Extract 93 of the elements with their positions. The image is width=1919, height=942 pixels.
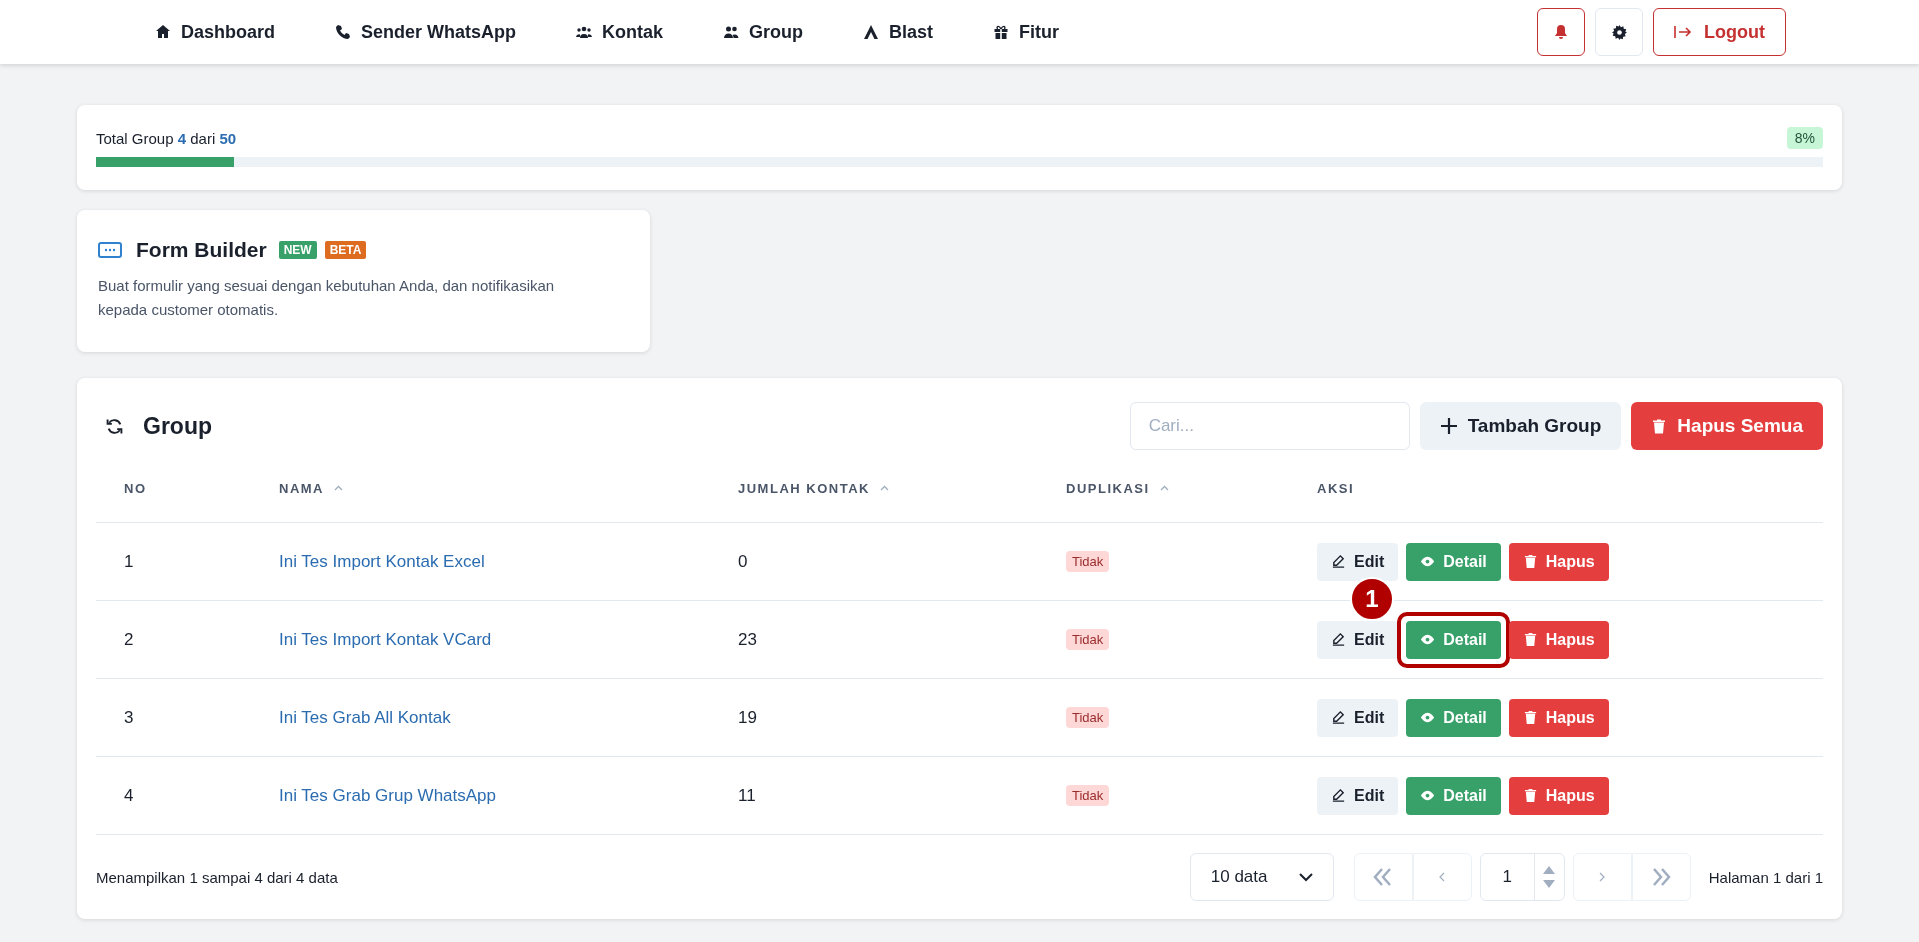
chevron-down-icon (1298, 872, 1313, 882)
percent-badge: 8% (1786, 127, 1823, 149)
column-header: AKSI (1317, 480, 1355, 496)
edit-icon (1331, 554, 1346, 569)
duplicate-tag: Tidak (1066, 551, 1110, 572)
column-header[interactable]: JUMLAH KONTAK (738, 480, 870, 496)
summary-text: Menampilkan 1 sampai 4 dari 4 data (96, 868, 339, 886)
group-name-link[interactable]: Ini Tes Grab Grup WhatsApp (279, 785, 738, 806)
logout-icon (1674, 25, 1692, 39)
edit-button[interactable]: Edit (1317, 542, 1399, 581)
add-group-button[interactable]: Tambah Group (1419, 402, 1622, 450)
edit-icon (1331, 710, 1346, 725)
spin-down-icon[interactable] (1543, 880, 1556, 888)
search-field[interactable]: Cari... (1129, 402, 1410, 450)
column-header: NO (124, 480, 147, 496)
edit-icon (1331, 632, 1346, 647)
nav-link[interactable]: Sender WhatsApp (335, 21, 517, 43)
edit-button[interactable]: Edit (1317, 698, 1399, 737)
row-number: 4 (124, 785, 135, 806)
edit-icon (1331, 788, 1346, 803)
first-page-button[interactable] (1353, 853, 1413, 901)
previous-page-button[interactable] (1412, 853, 1472, 901)
settings-button[interactable] (1595, 8, 1643, 56)
nav-link[interactable]: Dashboard (155, 21, 276, 43)
eye-icon (1420, 710, 1436, 725)
eye-icon (1420, 554, 1436, 569)
chevron-right-icon (1599, 872, 1606, 882)
promo-description: Buat formulir yang sesuai dengan kebutuhan Anda, dan notifikasikan kepada customer otomatis. (98, 276, 556, 320)
settings-icon (1611, 24, 1627, 40)
eye-icon (1420, 788, 1436, 803)
column-header[interactable]: NAMA (279, 480, 324, 496)
form-icon (98, 242, 122, 258)
label-badge: BETA (324, 241, 367, 259)
plus-icon (1439, 417, 1458, 435)
trash-icon (1522, 788, 1538, 803)
sort-icon[interactable] (1159, 485, 1169, 491)
row-number: 1 (124, 551, 135, 572)
section-title: Group (143, 412, 213, 440)
bell-icon (1554, 24, 1568, 40)
delete-button[interactable]: Hapus (1508, 542, 1609, 581)
nav-link[interactable]: Group (723, 21, 804, 43)
next-page-button[interactable] (1572, 853, 1632, 901)
delete-button[interactable]: Hapus (1508, 776, 1609, 815)
last-page-button[interactable] (1631, 853, 1691, 901)
triangle-icon (863, 24, 880, 40)
page-size-select[interactable]: 10 data (1189, 853, 1334, 901)
promo-title: Form Builder (136, 238, 267, 262)
promo-card[interactable]: Form Builder NEW BETA Buat formulir yang sesuai dengan kebutuhan Anda, dan notifikasikan kepada customer otomatis. (77, 210, 650, 352)
contact-count: 0 (738, 551, 749, 572)
label-badge: NEW (278, 241, 317, 259)
step-marker: 1 (1350, 576, 1394, 621)
trash-icon (1522, 710, 1538, 725)
group-name-link[interactable]: Ini Tes Grab All Kontak (279, 707, 738, 728)
double-chevron-right-icon (1651, 868, 1672, 886)
delete-button[interactable]: Hapus (1508, 698, 1609, 737)
edit-button[interactable]: Edit (1317, 776, 1399, 815)
sort-icon[interactable] (334, 485, 343, 491)
spin-up-icon[interactable] (1543, 866, 1556, 874)
row-number: 2 (124, 629, 135, 650)
notification-button[interactable] (1537, 8, 1585, 56)
group-name-link[interactable]: Ini Tes Import Kontak VCard (279, 629, 738, 650)
page-info: Halaman 1 dari 1 (1708, 868, 1823, 886)
chevron-left-icon (1439, 872, 1446, 882)
delete-button[interactable]: Hapus (1508, 620, 1609, 659)
trash-icon (1651, 417, 1668, 435)
nav-link[interactable]: Kontak (576, 21, 664, 43)
eye-icon (1420, 632, 1436, 647)
quota-text: Total Group 4 dari 50 (96, 129, 237, 147)
users-icon (576, 24, 593, 40)
edit-button[interactable]: Edit (1317, 620, 1399, 659)
refresh-icon[interactable] (106, 417, 123, 435)
logout-button[interactable]: Logout (1653, 8, 1786, 56)
duplicate-tag: Tidak (1066, 707, 1110, 728)
nav-link[interactable]: Fitur (993, 21, 1060, 43)
trash-icon (1522, 632, 1538, 647)
trash-icon (1522, 554, 1538, 569)
contact-count: 11 (738, 785, 757, 806)
group-name-link[interactable]: Ini Tes Import Kontak Excel (279, 551, 738, 572)
nav-link[interactable]: Blast (863, 21, 934, 43)
duplicate-tag: Tidak (1066, 785, 1110, 806)
contact-count: 23 (738, 629, 758, 650)
home-icon (155, 24, 171, 40)
sort-icon[interactable] (879, 485, 889, 491)
phone-icon (335, 24, 352, 40)
page-number-field[interactable]: 1 (1479, 853, 1565, 901)
gift-icon (993, 24, 1010, 40)
row-number: 3 (124, 707, 135, 728)
duplicate-tag: Tidak (1066, 629, 1110, 650)
users-icon (723, 24, 740, 40)
column-header[interactable]: DUPLIKASI (1066, 480, 1150, 496)
contact-count: 19 (738, 707, 758, 728)
delete-all-button[interactable]: Hapus Semua (1631, 402, 1823, 450)
double-chevron-left-icon (1373, 868, 1394, 886)
